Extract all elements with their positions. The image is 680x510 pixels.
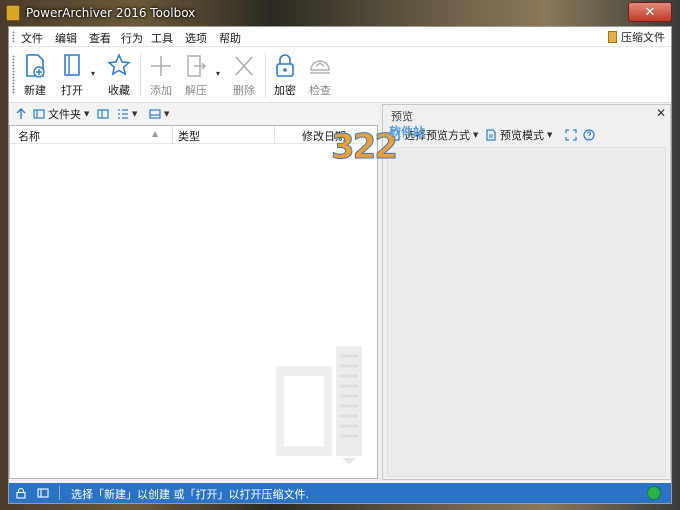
menu-file[interactable]: 文件: [21, 30, 43, 46]
chevron-down-icon: ▼: [473, 131, 479, 139]
help-button[interactable]: [583, 128, 595, 142]
open-button[interactable]: 打开: [55, 51, 89, 99]
status-indicator-icon: [647, 486, 661, 500]
open-archive-icon: [64, 54, 80, 76]
pane-toggle-button[interactable]: [37, 487, 49, 502]
column-name[interactable]: 名称: [18, 128, 40, 144]
menu-tools[interactable]: 工具: [151, 30, 173, 46]
toolbar-grip[interactable]: [12, 55, 15, 95]
archive-menu-label: 压缩文件: [621, 31, 665, 44]
favorites-button-label: 收藏: [108, 84, 130, 97]
add-button[interactable]: 添加: [144, 51, 178, 99]
extract-button[interactable]: 解压: [179, 51, 213, 99]
split-layout-icon: [97, 109, 109, 119]
favorites-button[interactable]: 收藏: [102, 51, 136, 99]
new-archive-icon: [26, 54, 45, 78]
delete-button-label: 删除: [233, 84, 255, 97]
panel-icon: [149, 109, 161, 119]
watermark-text: 软件站: [389, 125, 426, 139]
extract-icon: [187, 55, 207, 77]
open-dropdown-arrow[interactable]: ▾: [91, 69, 95, 78]
lock-icon: [276, 54, 294, 77]
menu-edit[interactable]: 编辑: [55, 30, 77, 46]
title-bar[interactable]: PowerArchiver 2016 Toolbox ✕: [0, 0, 680, 26]
test-button[interactable]: 检查: [303, 51, 337, 99]
preview-document-icon: [486, 129, 496, 141]
chevron-down-icon: ▼: [84, 110, 90, 118]
encrypt-button[interactable]: 加密: [268, 51, 302, 99]
app-icon: [6, 5, 20, 21]
chevron-down-icon: ▼: [164, 110, 170, 118]
lock-icon: [16, 487, 26, 499]
preview-mode-label: 预览模式: [500, 129, 544, 142]
window-close-button[interactable]: ✕: [628, 2, 672, 22]
pane-icon: [37, 488, 49, 498]
folder-pane-icon: [33, 109, 45, 119]
status-separator: [59, 486, 60, 500]
preview-close-button[interactable]: ✕: [656, 106, 666, 120]
menu-actions[interactable]: 行为: [121, 30, 143, 46]
main-window: 文件 编辑 查看 行为 工具 选项 帮助 压缩文件 新建 打开 ▾ 收藏 添加 …: [8, 26, 672, 504]
folders-label: 文件夹: [48, 108, 81, 121]
open-button-label: 打开: [61, 84, 83, 97]
status-bar: 选择「新建」以创建 或「打开」以打开压缩文件.: [9, 483, 671, 503]
main-toolbar: 新建 打开 ▾ 收藏 添加 解压 ▾ 删除 加密 检查: [9, 47, 671, 103]
view-mode-button[interactable]: ▼: [117, 107, 137, 121]
arrow-up-icon: [16, 108, 26, 119]
delete-button[interactable]: 删除: [227, 51, 261, 99]
lock-status-button[interactable]: [15, 487, 27, 502]
layout-button[interactable]: [97, 107, 109, 121]
sort-ascending-icon: ▲: [152, 129, 159, 138]
preview-content-area: [387, 147, 666, 477]
folder-toolbar: 文件夹 ▼ ▼ ▼: [9, 104, 379, 124]
menu-view[interactable]: 查看: [89, 30, 111, 46]
site-watermark: 322 软件站: [331, 123, 461, 171]
menu-grip[interactable]: [12, 31, 15, 43]
toolbar-separator: [140, 53, 141, 97]
archive-menu-button[interactable]: 压缩文件: [608, 29, 665, 45]
up-folder-button[interactable]: [15, 107, 27, 121]
toolbar-separator: [265, 53, 266, 97]
column-header: 名称 ▲ 类型 修改日期: [10, 126, 377, 144]
watermark-number: 322: [331, 127, 399, 168]
preview-title: 预览: [391, 110, 413, 123]
chevron-down-icon: ▼: [547, 131, 553, 139]
folders-toggle-button[interactable]: 文件夹 ▼: [33, 107, 89, 121]
check-test-icon: [310, 60, 330, 74]
extract-dropdown-arrow[interactable]: ▾: [216, 69, 220, 78]
add-plus-icon: [151, 56, 171, 76]
chevron-down-icon: ▼: [132, 110, 138, 118]
extract-button-label: 解压: [185, 84, 207, 97]
menu-bar: 文件 编辑 查看 行为 工具 选项 帮助 压缩文件: [9, 27, 671, 47]
archive-file-icon: [608, 31, 617, 43]
menu-help[interactable]: 帮助: [219, 30, 241, 46]
column-divider[interactable]: [274, 126, 275, 144]
test-button-label: 检查: [309, 84, 331, 97]
menu-options[interactable]: 选项: [185, 30, 207, 46]
powerarchiver-logo-icon: [276, 346, 362, 464]
window-title: PowerArchiver 2016 Toolbox: [26, 6, 196, 20]
expand-icon: [565, 129, 577, 141]
panel-button[interactable]: ▼: [149, 107, 169, 121]
help-icon: [583, 129, 595, 141]
new-button-label: 新建: [24, 84, 46, 97]
add-button-label: 添加: [150, 84, 172, 97]
favorites-star-icon: [107, 53, 131, 76]
delete-x-icon: [235, 56, 253, 76]
list-view-icon: [118, 109, 128, 119]
preview-mode-button[interactable]: 预览模式 ▼: [485, 128, 552, 142]
status-message: 选择「新建」以创建 或「打开」以打开压缩文件.: [71, 488, 309, 501]
file-list-pane[interactable]: 名称 ▲ 类型 修改日期: [9, 125, 378, 479]
new-button[interactable]: 新建: [18, 51, 52, 99]
column-type[interactable]: 类型: [178, 128, 200, 144]
column-divider[interactable]: [172, 126, 173, 144]
fullscreen-button[interactable]: [565, 128, 577, 142]
encrypt-button-label: 加密: [274, 84, 296, 97]
